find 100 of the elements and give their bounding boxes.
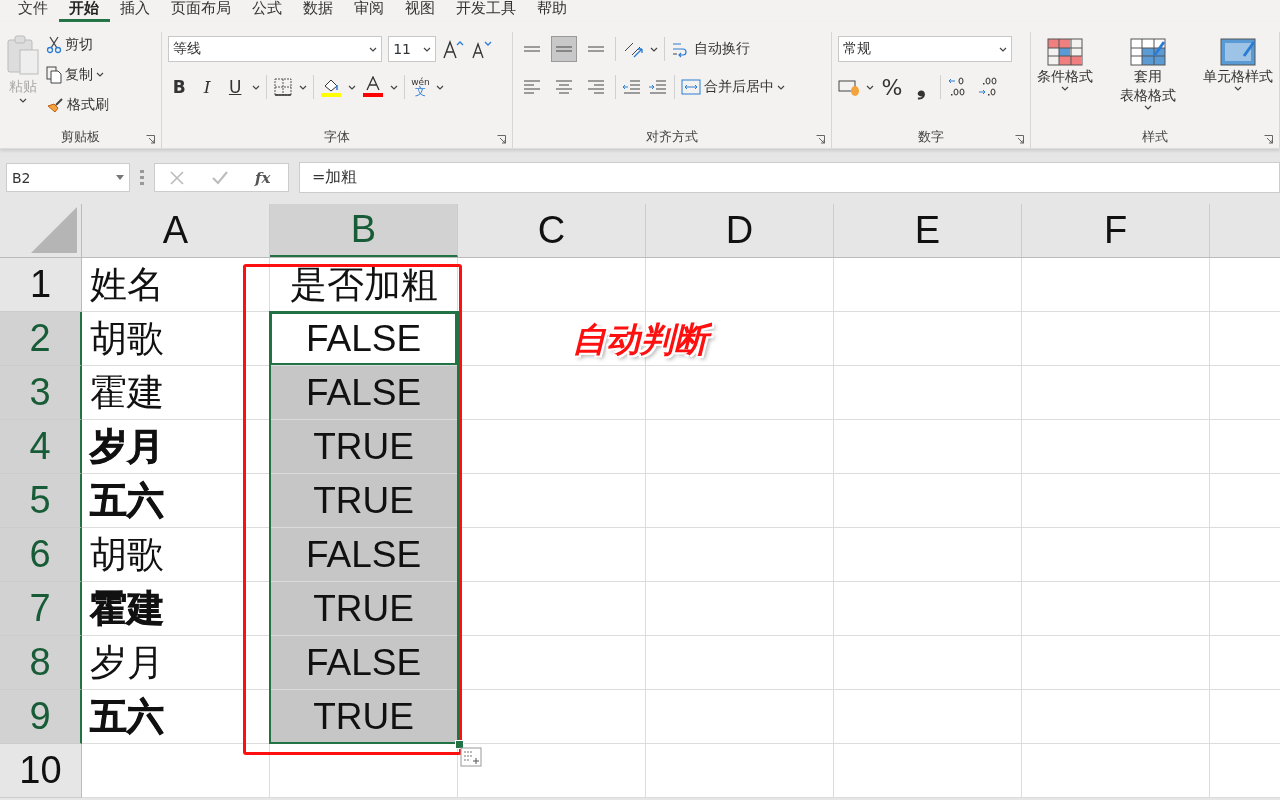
empty-cell[interactable] bbox=[646, 474, 834, 528]
empty-cell[interactable] bbox=[1022, 312, 1210, 366]
ribbon-tab[interactable]: 插入 bbox=[110, 0, 161, 19]
dialog-launcher-icon[interactable] bbox=[816, 135, 825, 144]
ribbon-tab[interactable]: 页面布局 bbox=[161, 0, 242, 19]
empty-cell[interactable] bbox=[834, 690, 1022, 744]
merge-center-button[interactable]: 合并后居中 bbox=[680, 74, 785, 100]
empty-cell[interactable] bbox=[646, 420, 834, 474]
percent-style-button[interactable]: % bbox=[880, 74, 904, 100]
font-size-dropdown[interactable]: 11 bbox=[388, 36, 437, 62]
dropdown-caret-icon[interactable] bbox=[369, 46, 378, 52]
empty-cell[interactable] bbox=[646, 258, 834, 312]
dropdown-caret-icon[interactable] bbox=[116, 175, 124, 180]
dropdown-caret-icon[interactable] bbox=[96, 72, 104, 77]
name-box[interactable]: B2 bbox=[6, 163, 130, 192]
cell-styles-button[interactable]: 单元格样式 bbox=[1203, 38, 1273, 126]
cancel-icon[interactable] bbox=[169, 169, 185, 186]
phonetic-button[interactable]: wén 文 bbox=[411, 77, 430, 97]
format-painter-button[interactable]: 格式刷 bbox=[46, 92, 109, 117]
borders-icon[interactable] bbox=[273, 77, 294, 97]
quick-analysis-icon[interactable] bbox=[460, 747, 482, 767]
fill-handle[interactable] bbox=[455, 740, 464, 749]
row-header[interactable]: 6 bbox=[0, 528, 82, 582]
dialog-launcher-icon[interactable] bbox=[496, 135, 506, 144]
empty-cell[interactable] bbox=[646, 636, 834, 690]
dropdown-caret-icon[interactable] bbox=[252, 84, 261, 90]
empty-cell[interactable] bbox=[646, 528, 834, 582]
ribbon-tab[interactable]: 审阅 bbox=[344, 0, 395, 19]
empty-cell[interactable] bbox=[646, 690, 834, 744]
row-header[interactable]: 1 bbox=[0, 258, 82, 312]
dropdown-caret-icon[interactable] bbox=[390, 84, 399, 90]
row-header[interactable]: 9 bbox=[0, 690, 82, 744]
cut-button[interactable]: 剪切 bbox=[46, 32, 109, 57]
row-header[interactable]: 7 bbox=[0, 582, 82, 636]
ribbon-tab[interactable]: 公式 bbox=[242, 0, 293, 19]
empty-cell[interactable] bbox=[646, 744, 834, 798]
empty-cell[interactable] bbox=[834, 582, 1022, 636]
empty-cell[interactable] bbox=[834, 744, 1022, 798]
dropdown-caret-icon[interactable] bbox=[435, 84, 444, 90]
dropdown-caret-icon[interactable] bbox=[1234, 86, 1242, 91]
dropdown-caret-icon[interactable] bbox=[19, 98, 27, 103]
comma-style-button[interactable]: ❟ bbox=[910, 74, 934, 100]
empty-cell[interactable] bbox=[646, 582, 834, 636]
dropdown-caret-icon[interactable] bbox=[776, 84, 785, 90]
empty-cell[interactable] bbox=[1022, 744, 1210, 798]
dialog-launcher-icon[interactable] bbox=[146, 135, 156, 144]
dropdown-caret-icon[interactable] bbox=[348, 84, 357, 90]
empty-cell[interactable] bbox=[834, 474, 1022, 528]
empty-cell[interactable] bbox=[834, 636, 1022, 690]
formula-input[interactable]: =加粗 bbox=[299, 162, 1280, 193]
format-as-table-button[interactable]: 套用 表格格式 bbox=[1120, 38, 1177, 126]
dropdown-caret-icon[interactable] bbox=[423, 46, 432, 52]
copy-button[interactable]: 复制 bbox=[46, 62, 109, 87]
font-color-icon[interactable] bbox=[362, 76, 385, 98]
currency-format-icon[interactable] bbox=[838, 77, 860, 97]
row-header[interactable]: 3 bbox=[0, 366, 82, 420]
empty-cell[interactable] bbox=[1022, 636, 1210, 690]
empty-cell[interactable] bbox=[834, 312, 1022, 366]
row-header[interactable]: 8 bbox=[0, 636, 82, 690]
corner-triangle-icon[interactable] bbox=[31, 207, 77, 253]
underline-button[interactable]: U bbox=[224, 77, 247, 97]
row-header[interactable]: 4 bbox=[0, 420, 82, 474]
dropdown-caret-icon[interactable] bbox=[999, 46, 1007, 52]
column-header[interactable]: F bbox=[1022, 204, 1210, 257]
bold-button[interactable]: B bbox=[168, 77, 191, 97]
row-header[interactable]: 10 bbox=[0, 744, 82, 798]
empty-cell[interactable] bbox=[1022, 258, 1210, 312]
italic-button[interactable]: I bbox=[196, 77, 219, 97]
dialog-launcher-icon[interactable] bbox=[1264, 135, 1273, 144]
empty-cell[interactable] bbox=[834, 366, 1022, 420]
dropdown-caret-icon[interactable] bbox=[866, 84, 874, 90]
increase-indent-icon[interactable] bbox=[647, 78, 668, 96]
drag-handle-icon[interactable] bbox=[140, 169, 144, 186]
ribbon-tab[interactable]: 开发工具 bbox=[446, 0, 527, 19]
ribbon-tab[interactable]: 数据 bbox=[293, 0, 344, 19]
empty-cell[interactable] bbox=[1022, 690, 1210, 744]
empty-cell[interactable] bbox=[1022, 420, 1210, 474]
font-name-dropdown[interactable]: 等线 bbox=[168, 36, 383, 62]
column-header[interactable]: D bbox=[646, 204, 834, 257]
ribbon-tab[interactable]: 视图 bbox=[395, 0, 446, 19]
empty-cell[interactable] bbox=[834, 258, 1022, 312]
checkmark-icon[interactable] bbox=[211, 169, 229, 186]
decrease-indent-icon[interactable] bbox=[621, 78, 642, 96]
number-format-dropdown[interactable]: 常规 bbox=[838, 36, 1012, 62]
align-middle-button[interactable] bbox=[550, 36, 577, 62]
row-header[interactable]: 5 bbox=[0, 474, 82, 528]
dropdown-caret-icon[interactable] bbox=[1061, 86, 1070, 91]
empty-cell[interactable] bbox=[834, 528, 1022, 582]
empty-cell[interactable] bbox=[1022, 474, 1210, 528]
dropdown-caret-icon[interactable] bbox=[1144, 105, 1153, 110]
conditional-format-button[interactable]: 条件格式 bbox=[1037, 38, 1094, 126]
empty-cell[interactable] bbox=[646, 366, 834, 420]
column-header[interactable]: B bbox=[270, 204, 458, 257]
increase-font-size-icon[interactable] bbox=[442, 39, 465, 59]
column-header[interactable]: C bbox=[458, 204, 646, 257]
ribbon-tab[interactable]: 帮助 bbox=[527, 0, 578, 19]
wrap-text-button[interactable]: 自动换行 bbox=[670, 36, 750, 62]
empty-cell[interactable] bbox=[1022, 366, 1210, 420]
dropdown-caret-icon[interactable] bbox=[649, 46, 658, 52]
ribbon-tab[interactable]: 文件 bbox=[8, 0, 59, 19]
